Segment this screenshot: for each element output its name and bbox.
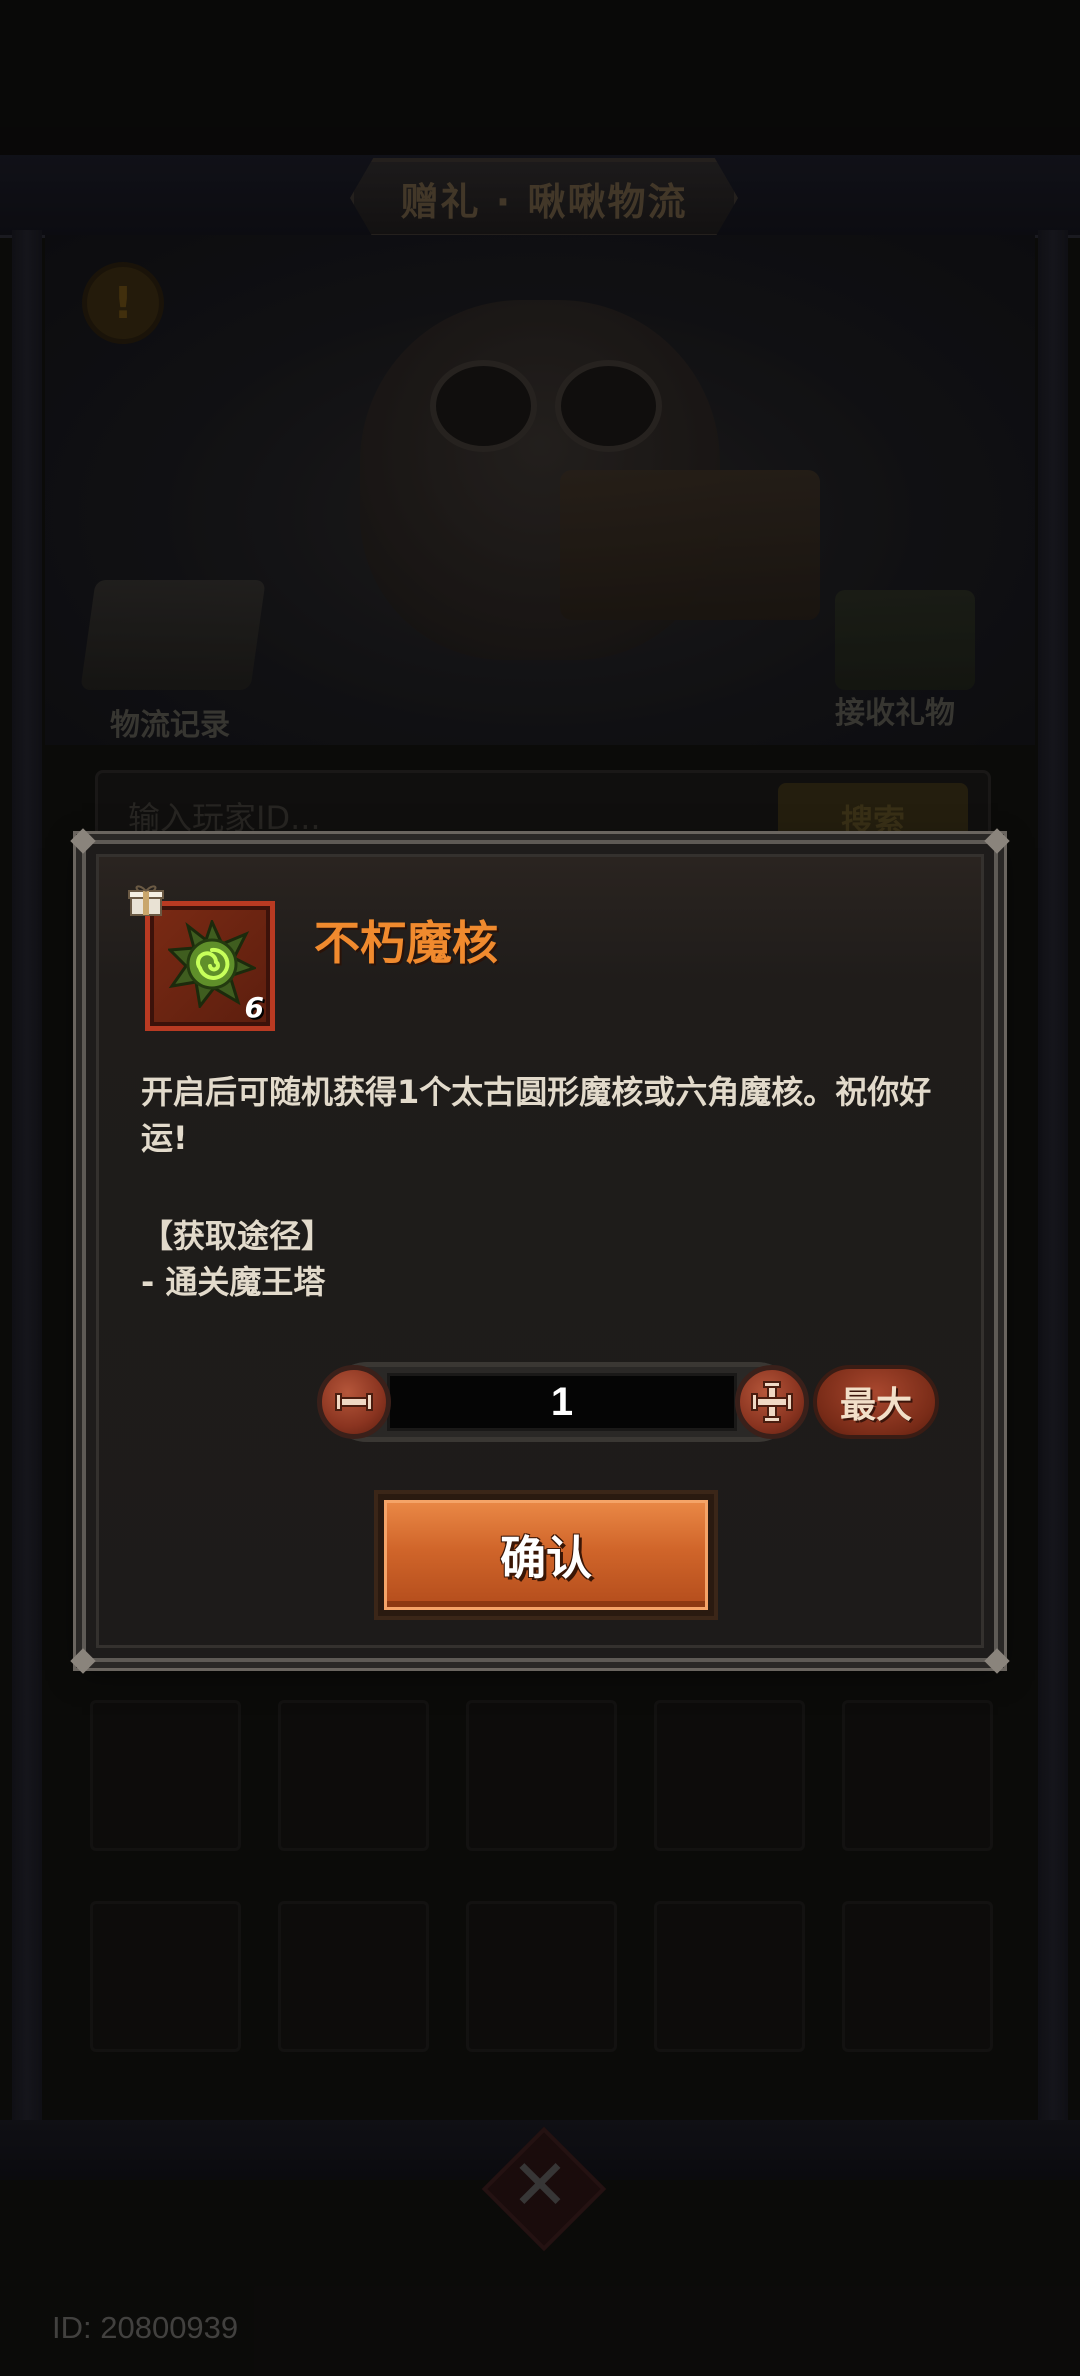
item-icon-frame: 6 [145, 901, 275, 1031]
item-description: 开启后可随机获得1个太古圆形魔核或六角魔核。祝你好运! [141, 1073, 932, 1157]
decrease-button[interactable] [317, 1365, 391, 1439]
game-screen: 赠礼 · 啾啾物流 ! 物流记录 接收礼物 输入玩家ID... 搜索 ✕ ID:… [0, 0, 1080, 2376]
item-name: 不朽魔核 [314, 916, 498, 970]
gift-icon [128, 885, 164, 916]
source-item: - 通关魔王塔 [141, 1263, 326, 1301]
confirm-button[interactable]: 确认 [374, 1490, 718, 1620]
dialog-panel: 6 不朽魔核 开启后可随机获得1个太古圆形魔核或六角魔核。祝你好运! 【获取途径… [96, 854, 984, 1648]
quantity-field[interactable]: 1 [387, 1373, 737, 1431]
magic-core-icon [168, 920, 256, 1008]
source-title: 【获取途径】 [141, 1217, 334, 1255]
confirm-label: 确认 [384, 1500, 708, 1610]
minus-icon [335, 1393, 373, 1411]
increase-button[interactable] [735, 1365, 809, 1439]
max-button[interactable]: 最大 [813, 1365, 939, 1439]
item-count: 6 [244, 991, 264, 1024]
plus-icon [751, 1381, 793, 1423]
item-detail-dialog: 6 不朽魔核 开启后可随机获得1个太古圆形魔核或六角魔核。祝你好运! 【获取途径… [70, 828, 1010, 1674]
